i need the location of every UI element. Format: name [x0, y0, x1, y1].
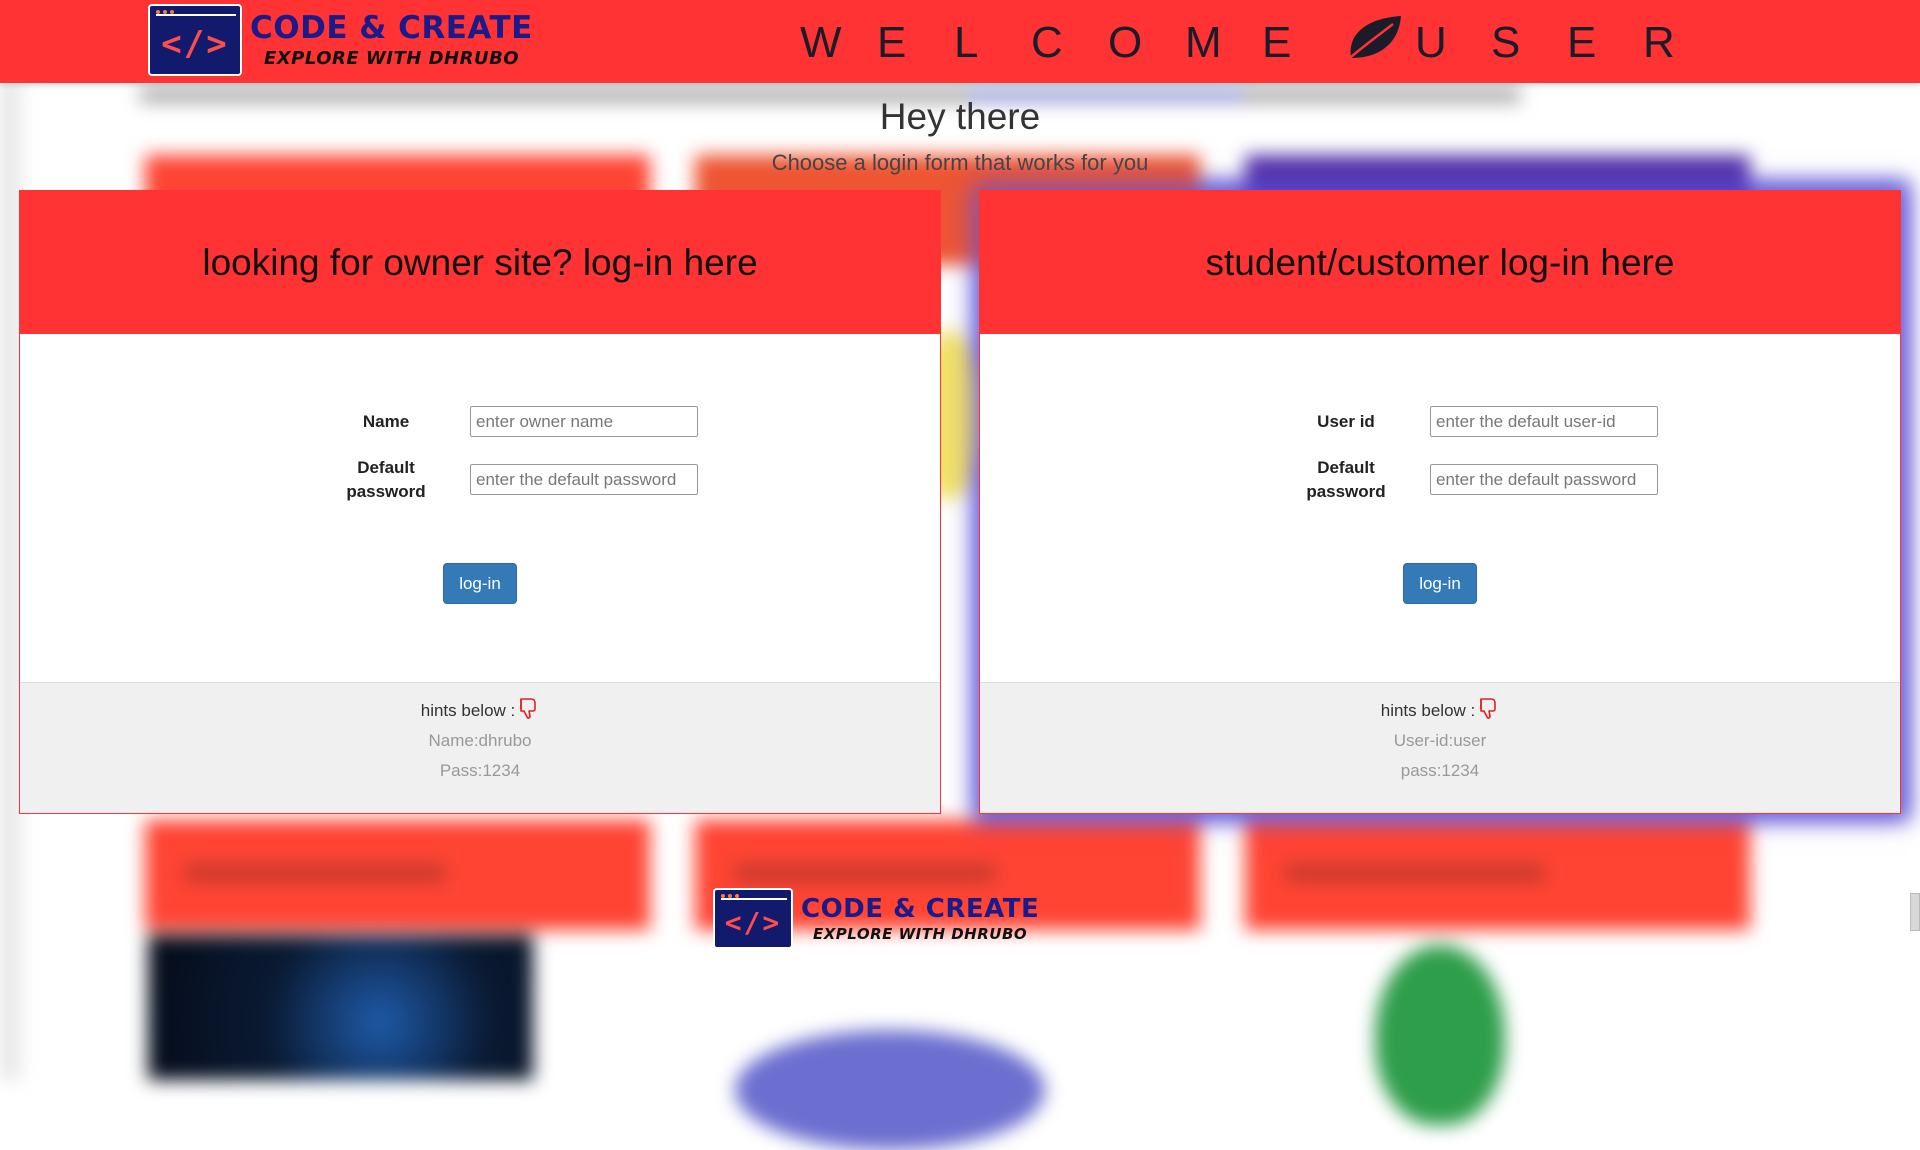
owner-panel-heading: looking for owner site? log-in here [202, 241, 758, 283]
welcome-letter: C [1031, 18, 1063, 67]
student-password-input[interactable] [1430, 464, 1658, 496]
greeting-title: Hey there [879, 96, 1041, 137]
student-panel-heading: student/customer log-in here [1205, 241, 1675, 283]
welcome-letter: E [1567, 18, 1597, 67]
greeting: Hey there Choose a login form that works… [0, 96, 1920, 176]
code-icon: </> [148, 4, 242, 76]
welcome-letter: O [1108, 18, 1143, 67]
thumbs-down-icon [1480, 698, 1497, 719]
owner-login-panel: looking for owner site? log-in here Name… [19, 190, 941, 814]
welcome-letter: R [1643, 18, 1675, 67]
welcome-letter: U [1415, 18, 1447, 67]
student-password-label: Default password [1306, 458, 1386, 501]
student-panel-header: student/customer log-in here [980, 191, 1900, 334]
brand-logo[interactable]: </> CODE & CREATE EXPLORE WITH DHRUBO [148, 4, 533, 76]
student-hint-userid: User-id:user [1393, 731, 1487, 750]
student-userid-input[interactable] [1430, 406, 1658, 437]
owner-password-label: Default password [346, 458, 426, 501]
owner-login-button[interactable]: log-in [443, 563, 517, 604]
welcome-letter: S [1491, 18, 1521, 67]
greeting-subtitle: Choose a login form that works for you [771, 150, 1149, 175]
student-userid-label: User id [1317, 411, 1375, 431]
student-hint-title: hints below : [1380, 701, 1476, 720]
owner-name-input[interactable] [470, 406, 698, 437]
owner-panel-header: looking for owner site? log-in here [20, 191, 940, 334]
brand-title: CODE & CREATE [250, 9, 533, 46]
scrollbar-thumb[interactable] [1910, 893, 1920, 931]
owner-hint-pass: Pass:1234 [439, 761, 521, 780]
student-login-panel: student/customer log-in here User id Def… [979, 190, 1901, 814]
footer-brand-logo[interactable]: </> CODE & CREATE EXPLORE WITH DHRUBO [713, 888, 1039, 949]
welcome-letter: E [877, 18, 907, 67]
footer-brand-subtitle: EXPLORE WITH DHRUBO [813, 924, 1028, 943]
welcome-letter: L [954, 18, 979, 67]
owner-hint-title: hints below : [420, 701, 516, 720]
welcome-banner: WELCOME USER [800, 16, 1719, 68]
student-hint-pass: pass:1234 [1400, 761, 1480, 780]
welcome-letter: E [1262, 18, 1292, 67]
top-header: </> CODE & CREATE EXPLORE WITH DHRUBO WE… [0, 0, 1920, 83]
brand-subtitle: EXPLORE WITH DHRUBO [264, 47, 520, 69]
student-hints: hints below : User-id:user pass:1234 [980, 682, 1900, 813]
student-login-button[interactable]: log-in [1403, 563, 1477, 604]
owner-hint-name: Name:dhrubo [428, 731, 532, 750]
thumbs-down-icon [520, 698, 537, 719]
welcome-letter: M [1185, 18, 1222, 67]
footer-brand-title: CODE & CREATE [801, 893, 1040, 924]
welcome-letter: W [800, 18, 842, 67]
code-icon: </> [713, 888, 793, 949]
owner-password-input[interactable] [470, 464, 698, 496]
owner-hints: hints below : Name:dhrubo Pass:1234 [20, 682, 940, 813]
owner-name-label: Name [362, 411, 410, 431]
leaf-icon [1344, 16, 1401, 63]
